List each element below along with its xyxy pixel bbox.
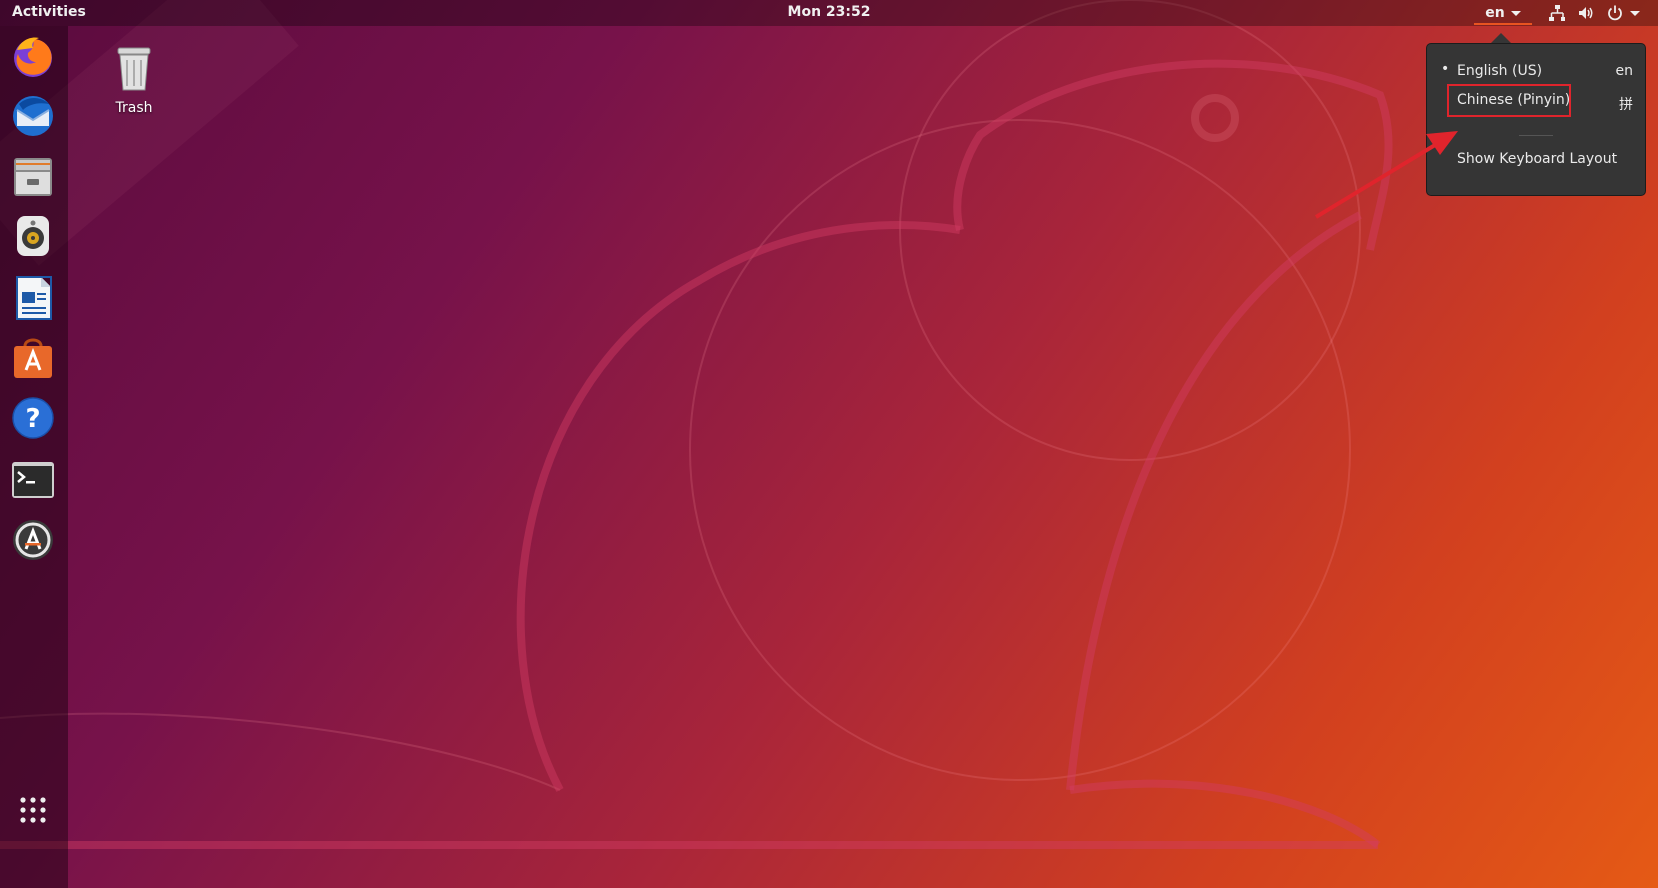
software-launcher[interactable] xyxy=(9,334,57,382)
rhythmbox-launcher[interactable] xyxy=(9,212,57,260)
trash-desktop-icon[interactable]: Trash xyxy=(102,44,166,116)
menu-pointer xyxy=(1491,33,1511,43)
volume-icon[interactable] xyxy=(1577,4,1595,22)
wallpaper-art xyxy=(0,0,1393,849)
thunderbird-icon xyxy=(13,96,53,136)
rhythmbox-icon xyxy=(17,216,49,256)
firefox-launcher[interactable] xyxy=(9,32,57,80)
power-icon[interactable] xyxy=(1606,4,1624,22)
terminal-launcher[interactable] xyxy=(9,456,57,504)
system-menu-chevron-icon[interactable] xyxy=(1630,11,1640,16)
menu-item-code: 拼 xyxy=(1619,97,1633,113)
firefox-icon xyxy=(14,37,52,77)
input-source-label: en xyxy=(1485,5,1505,21)
menu-item-code: en xyxy=(1615,63,1634,79)
top-bar: Activities Mon 23:52 en xyxy=(0,0,1658,26)
menu-item-show-keyboard-layout[interactable]: Show Keyboard Layout xyxy=(1427,147,1645,173)
trash-label: Trash xyxy=(115,100,153,116)
software-icon xyxy=(14,338,52,378)
writer-launcher[interactable] xyxy=(9,274,57,322)
menu-item-english-us[interactable]: • English (US) en xyxy=(1427,59,1645,85)
files-launcher[interactable] xyxy=(9,152,57,200)
menu-separator xyxy=(1519,135,1553,136)
clock[interactable]: Mon 23:52 xyxy=(788,4,871,20)
terminal-icon xyxy=(12,462,54,498)
menu-item-label: Show Keyboard Layout xyxy=(1457,151,1618,167)
active-bullet: • xyxy=(1441,61,1450,77)
trash-icon xyxy=(117,47,151,91)
annotation-highlight-box xyxy=(1447,84,1571,117)
help-launcher[interactable]: ? xyxy=(9,394,57,442)
files-icon xyxy=(14,158,52,196)
network-icon[interactable] xyxy=(1548,4,1566,22)
app-grid-icon xyxy=(20,797,46,823)
updater-launcher[interactable] xyxy=(9,516,57,564)
menu-item-label: English (US) xyxy=(1457,63,1543,79)
input-source-menu: • English (US) en Chinese (Pinyin) 拼 Sho… xyxy=(1426,43,1646,196)
help-icon: ? xyxy=(12,397,54,439)
dock: ? xyxy=(0,26,68,888)
writer-icon xyxy=(16,276,52,320)
svg-text:?: ? xyxy=(25,404,40,434)
updater-icon xyxy=(13,520,53,560)
show-applications-button[interactable] xyxy=(9,786,57,834)
thunderbird-launcher[interactable] xyxy=(9,92,57,140)
chevron-down-icon xyxy=(1510,10,1521,16)
active-indicator-underline xyxy=(1474,23,1532,25)
activities-button[interactable]: Activities xyxy=(12,4,86,20)
